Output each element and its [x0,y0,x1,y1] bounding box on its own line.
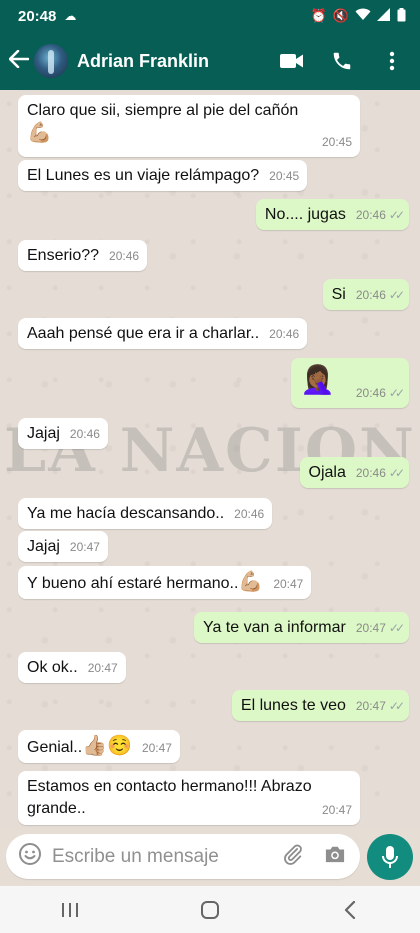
message-text: Estamos en contacto hermano!!! Abrazo gr… [27,778,312,817]
emoji-icon[interactable] [18,842,42,871]
wifi-icon [355,8,371,24]
message-time: 20:47 [87,661,118,675]
message-outgoing[interactable]: El lunes te veo 20:47 ✓✓ [231,690,409,721]
chat-area[interactable]: LA NACION Claro que sii, siempre al pie … [0,90,420,828]
message-text: Si [331,286,346,303]
message-incoming[interactable]: Estamos en contacto hermano!!! Abrazo gr… [18,771,360,825]
message-time: 20:46 ✓✓ [356,382,405,404]
message-outgoing[interactable]: No.... jugas 20:46 ✓✓ [255,199,409,230]
message-incoming[interactable]: Enserio?? 20:46 [18,240,148,271]
message-time: 20:46 [234,507,265,521]
message-outgoing[interactable]: Ojala 20:46 ✓✓ [299,457,409,488]
message-incoming[interactable]: El Lunes es un viaje relámpago? 20:45 [18,160,308,191]
message-time: 20:47 [273,577,304,591]
message-incoming[interactable]: Aaah pensé que era ir a charlar.. 20:46 [18,318,308,349]
microphone-button[interactable] [367,834,413,880]
alarm-icon: ⏰ [310,8,327,23]
composer-bar [0,828,420,886]
message-text: Ojala [308,464,346,481]
system-nav-bar [0,886,420,933]
back-icon[interactable] [320,890,380,930]
message-time: 20:46 [69,427,100,441]
microphone-icon [382,846,398,868]
double-check-icon: ✓✓ [388,699,405,713]
message-time: 20:46 [355,466,386,480]
avatar[interactable] [34,44,68,78]
double-check-icon: ✓✓ [388,386,405,400]
back-arrow-icon[interactable] [4,47,34,75]
thumbs-up-smile-icon: 👍🏼☺️ [82,735,132,757]
message-incoming[interactable]: Y bueno ahí estaré hermano..💪🏼 20:47 [18,566,312,599]
flexed-biceps-icon: 💪🏼 [27,122,52,144]
double-check-icon: ✓✓ [388,466,405,480]
message-incoming[interactable]: Ya me hacía descansando.. 20:46 [18,498,273,529]
message-text: Ok ok.. [27,659,78,676]
message-time: 20:46 [269,327,300,341]
signal-icon [377,8,391,24]
message-outgoing[interactable]: Si 20:46 ✓✓ [322,279,409,310]
phone-call-icon[interactable] [330,49,354,73]
mute-icon: 🔇 [332,8,349,23]
message-text: El Lunes es un viaje relámpago? [27,167,260,184]
message-text: Genial.. [27,739,83,756]
status-bar: 20:48 ☁ ⏰ 🔇 [0,0,420,32]
battery-icon [397,7,406,25]
facepalm-icon: 🤦🏾‍♀️ [300,364,335,395]
message-text: Jajaj [27,425,60,442]
home-icon[interactable] [180,890,240,930]
message-time: 20:47 [69,540,100,554]
message-time: 20:46 [355,288,386,302]
contact-name[interactable]: Adrian Franklin [77,51,209,72]
cloud-icon: ☁ [64,9,77,23]
message-text: Ya te van a informar [202,619,346,636]
message-incoming[interactable]: Jajaj 20:47 [18,531,108,562]
message-time: 20:47 [355,621,386,635]
message-outgoing[interactable]: Ya te van a informar 20:47 ✓✓ [193,612,409,643]
message-time: 20:47 [141,741,172,755]
message-text: No.... jugas [264,206,346,223]
message-time: 20:46 [355,208,386,222]
double-check-icon: ✓✓ [388,208,405,222]
double-check-icon: ✓✓ [388,621,405,635]
message-text: Enserio?? [27,247,100,264]
message-time: 20:45 [321,135,352,149]
message-outgoing[interactable]: 🤦🏾‍♀️ 20:46 ✓✓ [291,358,409,408]
video-call-icon[interactable] [280,49,304,73]
message-incoming[interactable]: Genial..👍🏼☺️ 20:47 [18,730,180,763]
message-time: 20:46 [109,249,140,263]
chat-header: Adrian Franklin [0,32,420,90]
status-icons: ⏰ 🔇 [310,7,406,25]
camera-icon[interactable] [324,844,346,869]
attach-paperclip-icon[interactable] [282,843,304,870]
status-time: 20:48 [18,7,57,25]
message-text: El lunes te veo [240,697,346,714]
message-time: 20:47 [321,803,352,817]
message-incoming[interactable]: Claro que sii, siempre al pie del cañón … [18,95,360,157]
message-text: Claro que sii, siempre al pie del cañón [27,102,299,119]
message-text: Ya me hacía descansando.. [27,505,225,522]
message-input-container[interactable] [6,834,360,879]
message-text: Y bueno ahí estaré hermano.. [27,575,239,592]
message-incoming[interactable]: Ok ok.. 20:47 [18,652,126,683]
message-text: Aaah pensé que era ir a charlar.. [27,325,260,342]
message-time: 20:45 [269,169,300,183]
message-input[interactable] [52,845,272,868]
flexed-biceps-icon: 💪🏼 [238,571,264,593]
message-incoming[interactable]: Jajaj 20:46 [18,418,108,449]
double-check-icon: ✓✓ [388,288,405,302]
message-time: 20:47 [355,699,386,713]
recent-apps-icon[interactable] [40,890,100,930]
message-text: Jajaj [27,538,60,555]
more-options-icon[interactable] [380,49,404,73]
